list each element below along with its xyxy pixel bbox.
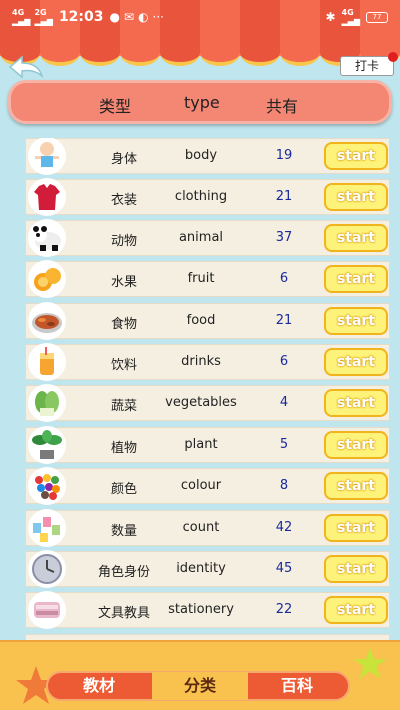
category-en: fruit xyxy=(187,271,215,286)
category-row-plant[interactable]: 植物 plant 5 start xyxy=(25,426,390,464)
orange-icon xyxy=(28,260,66,298)
category-count: 6 xyxy=(279,271,289,286)
category-row-identity[interactable]: 角色身份 identity 45 start xyxy=(25,550,390,588)
category-count: 22 xyxy=(275,602,293,617)
header-type-cn: 类型 xyxy=(99,97,132,116)
signal-indicator-right: 4G ▂▄▆ xyxy=(341,8,360,26)
clock-icon xyxy=(28,550,66,588)
status-bar: 4G ▂▄▆ 2G ▂▄▆ 12:03 ● ✉ ◐ ··· ✱ 4G ▂▄▆ 77 xyxy=(0,0,400,34)
start-button[interactable]: start xyxy=(324,514,388,542)
category-row-body[interactable]: 身体 body 19 start xyxy=(25,138,390,175)
category-row-fruit[interactable]: 水果 fruit 6 start xyxy=(25,260,390,298)
category-row-animal[interactable]: 动物 animal 37 start xyxy=(25,219,390,257)
start-button[interactable]: start xyxy=(324,596,388,624)
status-time: 12:03 xyxy=(58,9,104,25)
category-row-food[interactable]: 食物 food 21 start xyxy=(25,302,390,340)
start-button[interactable]: start xyxy=(324,224,388,252)
scallop xyxy=(280,40,320,66)
category-count: 4 xyxy=(279,395,289,410)
scallop xyxy=(40,40,80,66)
category-count: 42 xyxy=(275,520,293,535)
header-type-en: type xyxy=(184,93,220,112)
checkin-button[interactable]: 打卡 xyxy=(340,56,394,76)
scallop xyxy=(240,40,280,66)
bottom-nav: 教材 分类 百科 xyxy=(0,640,400,710)
category-en: clothing xyxy=(174,189,228,204)
more-icon: ··· xyxy=(152,10,164,24)
start-button[interactable]: start xyxy=(324,431,388,459)
list-header: 类型 type 共有 xyxy=(8,80,392,124)
start-button[interactable]: start xyxy=(324,472,388,500)
category-count: 19 xyxy=(275,148,293,163)
scallop xyxy=(160,40,200,66)
tab-encyclopedia[interactable]: 百科 xyxy=(262,672,332,700)
start-button[interactable]: start xyxy=(324,142,388,170)
clothing-icon xyxy=(28,178,66,216)
category-row-drinks[interactable]: 饮料 drinks 6 start xyxy=(25,343,390,381)
category-row-stationery[interactable]: 文具教具 stationery 22 start xyxy=(25,591,390,629)
start-button[interactable]: start xyxy=(324,348,388,376)
body-icon xyxy=(28,138,66,175)
category-count: 6 xyxy=(279,354,289,369)
start-button[interactable]: start xyxy=(324,183,388,211)
category-en: count xyxy=(182,520,220,535)
pencil-case-icon xyxy=(28,591,66,629)
category-en: identity xyxy=(176,561,226,576)
tab-category[interactable]: 分类 xyxy=(152,672,248,700)
food-icon xyxy=(28,302,66,340)
category-count: 8 xyxy=(279,478,289,493)
category-list[interactable]: 身体 body 19 start 衣装 clothing 21 start 动物… xyxy=(0,138,400,640)
category-count: 45 xyxy=(275,561,293,576)
scallop xyxy=(120,40,160,66)
signal-indicator: 4G ▂▄▆ xyxy=(12,8,31,26)
cabbage-icon xyxy=(28,384,66,422)
scallop xyxy=(200,40,240,66)
category-en: colour xyxy=(180,478,222,493)
signal-indicator-2: 2G ▂▄▆ xyxy=(34,8,53,26)
category-en: food xyxy=(186,313,216,328)
start-button[interactable]: start xyxy=(324,389,388,417)
category-count: 37 xyxy=(275,230,293,245)
tab-textbook[interactable]: 教材 xyxy=(64,672,134,700)
back-arrow-icon[interactable] xyxy=(6,54,46,80)
juice-icon xyxy=(28,343,66,381)
category-row-count[interactable]: 数量 count 42 start xyxy=(25,509,390,547)
category-count: 21 xyxy=(275,189,293,204)
header-total: 共有 xyxy=(266,97,299,116)
plant-icon xyxy=(28,426,66,464)
category-en: drinks xyxy=(181,354,221,369)
bluetooth-icon: ✱ xyxy=(325,10,336,24)
notification-dot xyxy=(388,52,398,62)
category-en: animal xyxy=(178,230,224,245)
notification-icon: ◐ xyxy=(138,10,149,24)
category-en: body xyxy=(184,148,218,163)
star-decoration-icon xyxy=(353,647,387,679)
category-en: vegetables xyxy=(165,395,237,410)
numbers-icon xyxy=(28,509,66,547)
start-button[interactable]: start xyxy=(324,555,388,583)
category-row-clothing[interactable]: 衣装 clothing 21 start xyxy=(25,178,390,216)
category-count: 5 xyxy=(279,437,289,452)
panda-icon xyxy=(28,219,66,257)
message-icon: ● xyxy=(109,10,120,24)
category-row-vegetables[interactable]: 蔬菜 vegetables 4 start xyxy=(25,384,390,422)
start-button[interactable]: start xyxy=(324,307,388,335)
scallop xyxy=(80,40,120,66)
mail-icon: ✉ xyxy=(124,10,135,24)
battery-icon: 77 xyxy=(366,11,388,23)
category-en: stationery xyxy=(168,602,234,617)
category-en: plant xyxy=(184,437,218,452)
category-row-colour[interactable]: 颜色 colour 8 start xyxy=(25,467,390,505)
candy-icon xyxy=(28,467,66,505)
category-count: 21 xyxy=(275,313,293,328)
start-button[interactable]: start xyxy=(324,265,388,293)
